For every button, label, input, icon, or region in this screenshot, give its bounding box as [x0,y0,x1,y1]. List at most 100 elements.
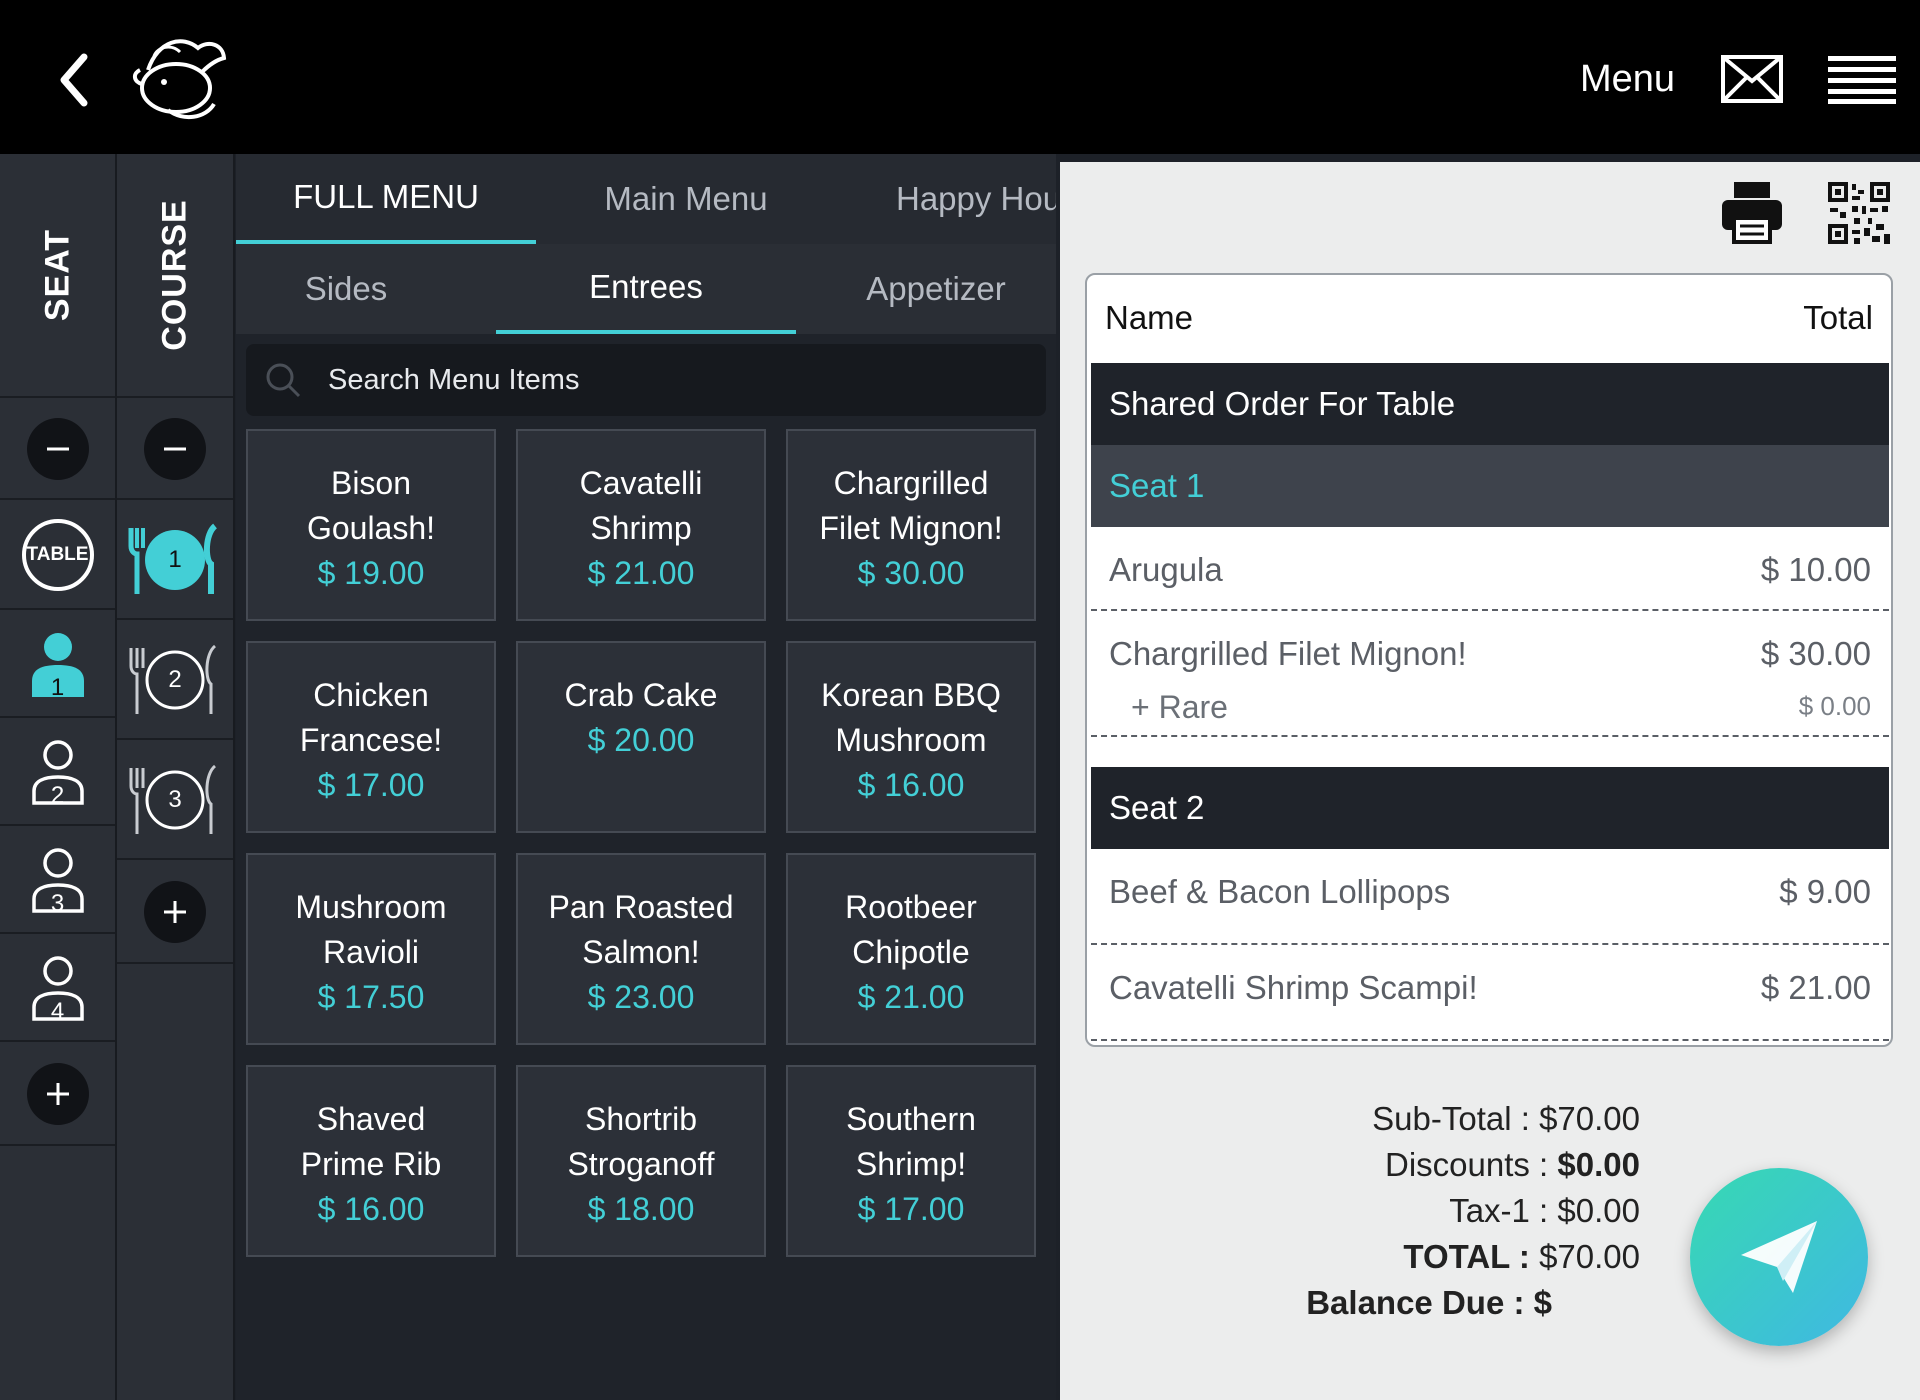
course-number: 1 [168,546,182,573]
mail-icon [1721,55,1783,103]
item-name: Chipotle [852,934,970,970]
tab-appetizer[interactable]: Appetizer [816,244,1056,334]
course-item-2[interactable]: 2 [117,622,233,740]
send-order-button[interactable] [1690,1168,1868,1346]
line-item-modifier: + Rare [1131,689,1228,725]
messages-button[interactable] [1720,54,1784,104]
order-line-item[interactable]: Cavatelli Shrimp Scampi! $ 21.00 [1091,945,1889,1041]
item-name: Stroganoff [567,1146,715,1182]
seat-add-cell [0,1044,115,1146]
tab-entrees[interactable]: Entrees [496,244,796,334]
item-price: $ 21.00 [587,555,695,591]
menu-item[interactable]: Crab Cake $ 20.00 [516,641,766,833]
course-column: COURSE 1 2 3 [117,154,235,1400]
menu-item[interactable]: Cavatelli Shrimp $ 21.00 [516,429,766,621]
item-price: $ 19.00 [317,555,425,591]
remove-course-button[interactable] [144,418,206,480]
menu-item[interactable]: Bison Goulash! $ 19.00 [246,429,496,621]
item-name: Francese! [299,722,443,758]
order-ticket: Name Total Shared Order For Table Seat 1… [1085,273,1893,1047]
menu-item[interactable]: Shortrib Stroganoff $ 18.00 [516,1065,766,1257]
seat-item-2[interactable]: 2 [0,720,115,826]
menu-item[interactable]: Southern Shrimp! $ 17.00 [786,1065,1036,1257]
item-name: Shaved [316,1101,426,1137]
order-line-item[interactable]: Arugula $ 10.00 [1091,527,1889,611]
line-item-price: $ 10.00 [1760,551,1871,588]
tab-full-menu[interactable]: FULL MENU [236,154,536,244]
item-name: Mushroom [295,889,447,925]
seat-item-1[interactable]: 1 [0,612,115,718]
add-seat-button[interactable] [26,1063,89,1125]
menu-item[interactable]: Shaved Prime Rib $ 16.00 [246,1065,496,1257]
tax-value: $0.00 [1557,1192,1640,1229]
order-line-item[interactable]: Chargrilled Filet Mignon! $ 30.00 + Rare… [1091,611,1889,737]
plus-icon [164,901,186,923]
table-label: TABLE [26,544,89,565]
add-course-button[interactable] [144,881,206,943]
print-button[interactable] [1720,180,1784,244]
printer-icon [1722,182,1782,244]
menu-item[interactable]: Pan Roasted Salmon! $ 23.00 [516,853,766,1045]
menu-item[interactable]: Mushroom Ravioli $ 17.50 [246,853,496,1045]
seat-item-4[interactable]: 4 [0,936,115,1042]
course-item-1[interactable]: 1 [117,502,233,620]
total-label: TOTAL : [1403,1238,1530,1275]
shared-order-header[interactable]: Shared Order For Table [1091,363,1889,445]
seat-label: SEAT [38,228,76,322]
search-icon [266,363,301,398]
balance-label: Balance Due : [1306,1284,1525,1321]
item-name: Southern [846,1101,976,1137]
balance-row: Balance Due : $ [1306,1284,1552,1322]
seat-item-3[interactable]: 3 [0,828,115,934]
paper-plane-icon [1741,1221,1817,1293]
menu-item[interactable]: Chicken Francese! $ 17.00 [246,641,496,833]
menu-item[interactable]: Chargrilled Filet Mignon! $ 30.00 [786,429,1036,621]
item-name: Crab Cake [564,677,718,713]
seat-2-header[interactable]: Seat 2 [1091,767,1889,849]
qr-code-button[interactable] [1828,182,1890,244]
course-remove-cell [117,400,233,500]
menu-item[interactable]: Rootbeer Chipotle $ 21.00 [786,853,1036,1045]
item-name: Rootbeer [845,889,977,925]
seat-number: 2 [50,782,65,809]
item-name: Korean BBQ [821,677,1001,713]
item-name: Shrimp [590,510,692,546]
tab-happy-hour[interactable]: Happy Hou [836,154,1056,244]
remove-seat-button[interactable] [26,418,89,480]
discounts-value: $0.00 [1557,1146,1640,1183]
seat-1-header[interactable]: Seat 1 [1091,445,1889,527]
hamburger-menu-button[interactable] [1828,54,1896,104]
item-price: $ 16.00 [317,1191,425,1227]
tab-sides[interactable]: Sides [236,244,456,334]
menu-label[interactable]: Menu [1580,58,1675,101]
item-name: Bison [330,465,412,501]
line-item-price: $ 30.00 [1760,635,1871,672]
item-name: Goulash! [306,510,436,546]
seat-header: SEAT [0,154,115,398]
category-tabs: Sides Entrees Appetizer [236,244,1056,334]
item-price: $ 21.00 [857,979,965,1015]
tab-main-menu[interactable]: Main Menu [536,154,836,244]
subtotal-label: Sub-Total : [1372,1100,1530,1137]
total-row: TOTAL : $70.00 [1403,1238,1640,1276]
course-item-3[interactable]: 3 [117,742,233,860]
discounts-row: Discounts : $0.00 [1385,1146,1640,1184]
item-price: $ 17.50 [317,979,425,1015]
line-item-modifier-price: $ 0.00 [1798,691,1871,721]
course-add-cell [117,862,233,964]
back-button[interactable] [50,45,100,115]
rabbit-chef-logo [128,30,232,124]
seat-remove-cell [0,400,115,500]
order-line-item[interactable]: Beef & Bacon Lollipops $ 9.00 [1091,849,1889,945]
subtotal-value: $70.00 [1539,1100,1640,1137]
menu-item[interactable]: Korean BBQ Mushroom $ 16.00 [786,641,1036,833]
item-name: Prime Rib [300,1146,442,1182]
search-input[interactable] [328,344,1028,416]
order-header: Name Total [1087,275,1891,363]
top-bar: Menu [0,0,1920,154]
table-button[interactable]: TABLE [21,519,94,591]
line-item-name: Chargrilled Filet Mignon! [1109,635,1467,672]
minus-icon [46,447,69,451]
seat-number: 1 [50,674,65,701]
table-seat-cell: TABLE [0,502,115,610]
